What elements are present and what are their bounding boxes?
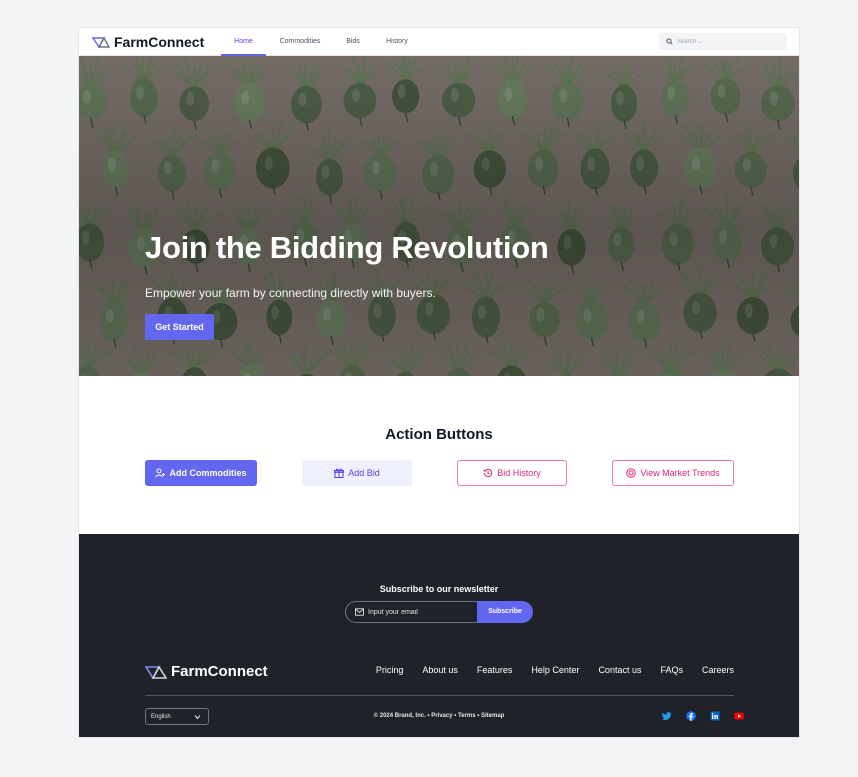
bid-history-label: Bid History [497,468,541,478]
mail-icon [355,608,364,616]
linkedin-icon[interactable] [709,710,721,722]
footer-brand-name: FarmConnect [171,663,268,680]
gift-icon [334,468,345,478]
nav-bids[interactable]: Bids [341,28,365,56]
get-started-button[interactable]: Get Started [145,314,214,340]
nav-history[interactable]: History [381,28,413,56]
nav-home[interactable]: Home [221,28,266,56]
twitter-icon[interactable] [661,710,673,722]
search-icon [666,38,673,45]
footer-brand[interactable]: FarmConnect [145,663,268,680]
footer-divider [145,695,734,696]
target-icon [626,468,637,478]
newsletter-title: Subscribe to our newsletter [379,584,499,594]
hero-subtitle: Empower your farm by connecting directly… [145,286,436,300]
footer-link-features[interactable]: Features [477,665,513,675]
footer-links: Pricing About us Features Help Center Co… [357,665,734,675]
history-icon [483,468,493,478]
subscribe-button[interactable]: Subscribe [477,601,533,623]
nav-commodities[interactable]: Commodities [273,28,327,56]
logo-icon [145,664,167,679]
top-navbar: FarmConnect Home Commodities Bids Histor… [79,28,799,56]
add-bid-button[interactable]: Add Bid [302,460,412,486]
add-bid-label: Add Bid [348,468,380,478]
facebook-icon[interactable] [685,710,697,722]
hero-section: Join the Bidding Revolution Empower your… [79,56,799,376]
footer-link-pricing[interactable]: Pricing [376,665,404,675]
add-commodities-button[interactable]: Add Commodities [145,460,257,486]
hero-title: Join the Bidding Revolution [145,230,549,265]
footer-link-contact[interactable]: Contact us [598,665,641,675]
footer-link-help-center[interactable]: Help Center [531,665,579,675]
email-field[interactable] [345,601,477,623]
brand[interactable]: FarmConnect [92,34,204,50]
footer-link-careers[interactable]: Careers [702,665,734,675]
social-links [649,710,745,722]
view-market-trends-label: View Market Trends [640,468,720,478]
actions-title: Action Buttons [385,426,493,443]
user-add-icon [155,468,166,478]
bid-history-button[interactable]: Bid History [457,460,567,486]
view-market-trends-button[interactable]: View Market Trends [612,460,734,486]
search-input[interactable] [677,38,777,45]
page: FarmConnect Home Commodities Bids Histor… [79,28,799,737]
brand-name: FarmConnect [114,34,205,50]
email-input[interactable] [368,608,473,616]
search-box[interactable] [659,33,787,50]
add-commodities-label: Add Commodities [169,468,247,478]
footer: Subscribe to our newsletter Subscribe Fa… [79,534,799,737]
youtube-icon[interactable] [733,710,745,722]
footer-link-about[interactable]: About us [422,665,458,675]
logo-icon [92,36,110,48]
footer-link-faqs[interactable]: FAQs [660,665,683,675]
newsletter-form: Subscribe [345,601,533,623]
